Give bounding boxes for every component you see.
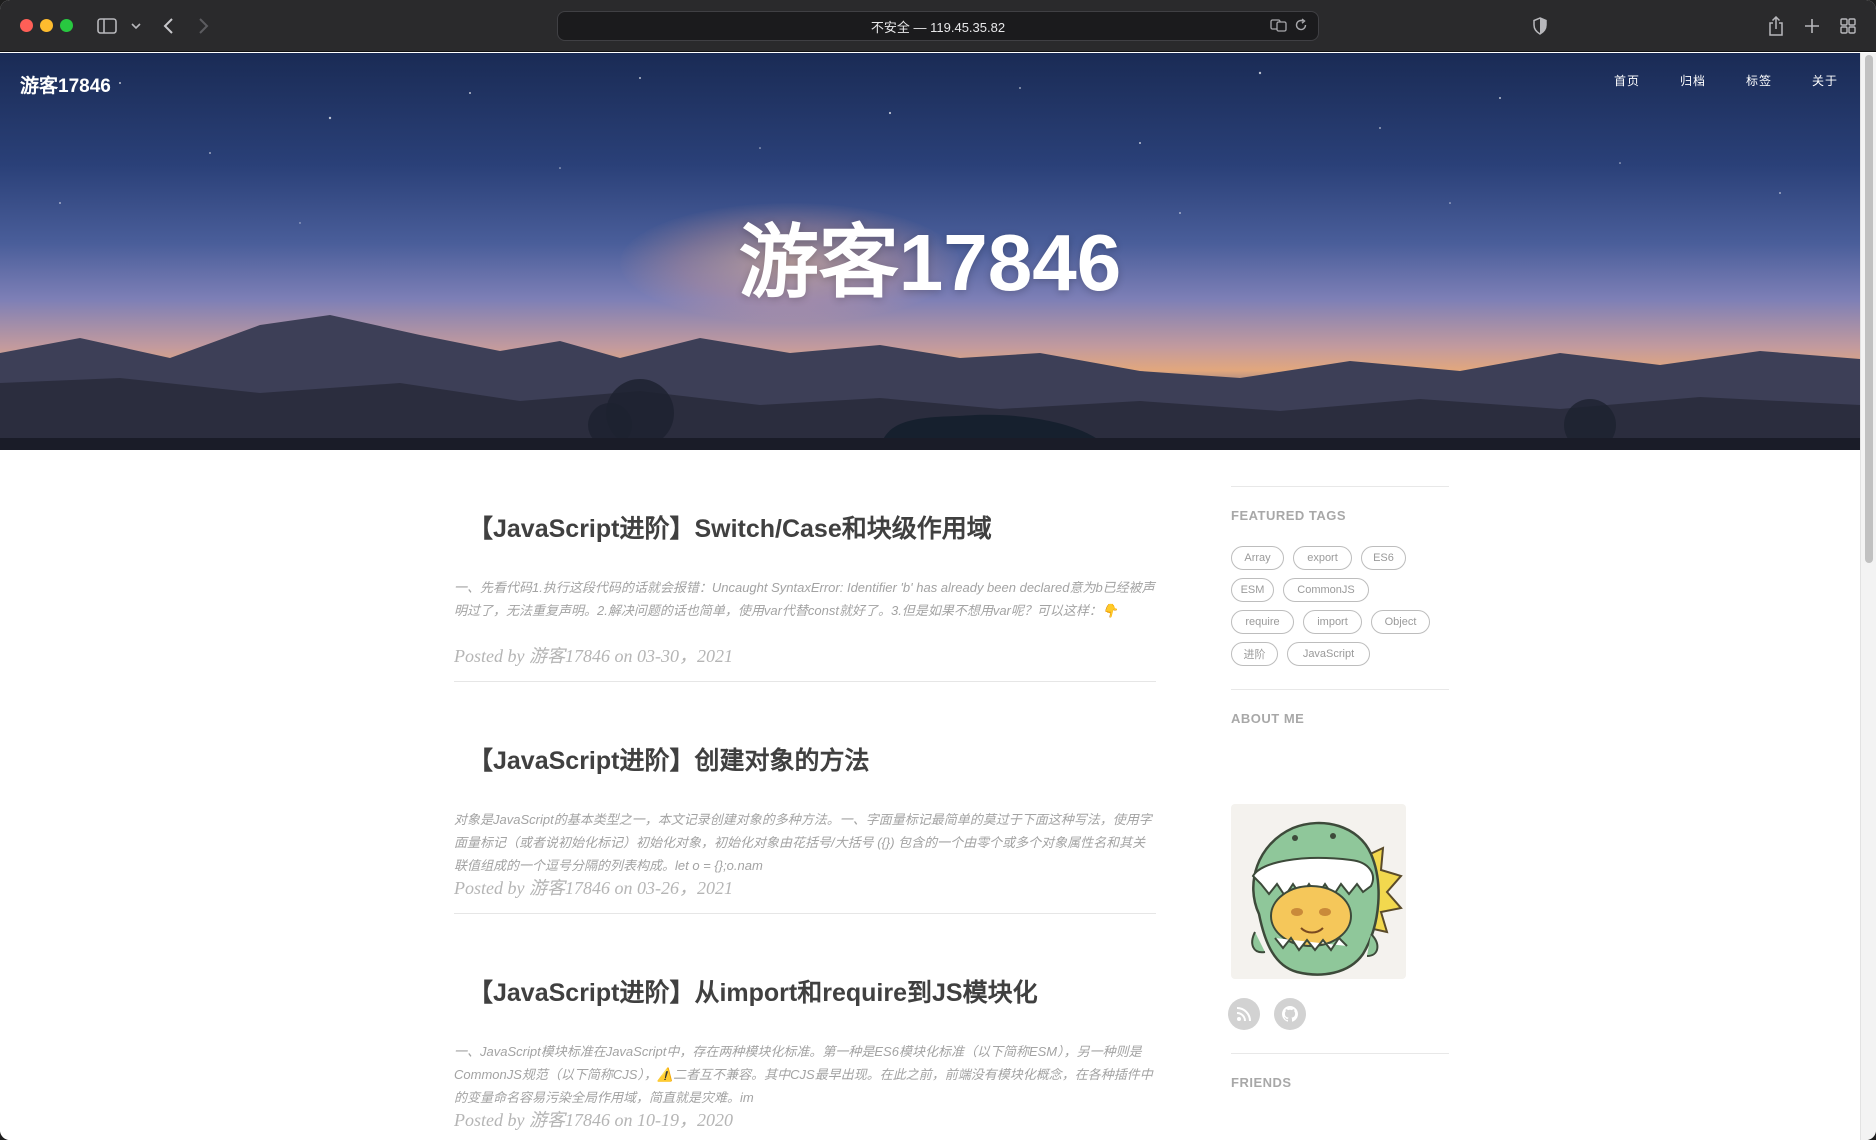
post-excerpt[interactable]: 一、先看代码1.执行这段代码的话就会报错：Uncaught SyntaxErro… [454,576,1156,622]
rss-icon[interactable] [1228,998,1260,1030]
friends-heading: FRIENDS [1231,1075,1292,1090]
tag-link[interactable]: JavaScript [1287,642,1370,666]
tag-link[interactable]: ES6 [1361,546,1406,570]
browser-window: 不安全 — 119.45.35.82 游客17846 首页 归档 标签 关于 游… [0,0,1876,1140]
post-title-link[interactable]: 【JavaScript进阶】创建对象的方法 [468,741,869,777]
post-title-link[interactable]: 【JavaScript进阶】Switch/Case和块级作用域 [468,509,992,545]
scrollbar-thumb[interactable] [1865,55,1873,563]
post-item: 【JavaScript进阶】Switch/Case和块级作用域 一、先看代码1.… [454,450,1156,682]
hero-title: 游客17846 [738,218,1122,307]
nav-archive[interactable]: 归档 [1680,72,1706,89]
tag-link[interactable]: export [1293,546,1352,570]
hero-banner: 游客17846 首页 归档 标签 关于 游客17846 [0,53,1860,450]
browser-toolbar: 不安全 — 119.45.35.82 [0,0,1876,52]
sidebar-divider [1231,689,1449,690]
tag-link[interactable]: CommonJS [1283,578,1369,602]
chevron-down-icon[interactable] [130,14,142,38]
tag-link[interactable]: 进阶 [1231,642,1278,666]
tag-link[interactable]: Object [1371,610,1430,634]
window-maximize-button[interactable] [60,19,73,32]
new-tab-icon[interactable] [1802,14,1822,38]
page-viewport: 游客17846 首页 归档 标签 关于 游客17846 【JavaScript进… [0,53,1860,1140]
sidebar-divider [1231,486,1449,487]
tag-link[interactable]: require [1231,610,1294,634]
post-meta: Posted by 游客17846 on 10-19，2020 [454,1110,733,1130]
post-excerpt[interactable]: 对象是JavaScript的基本类型之一，本文记录创建对象的多种方法。一、字面量… [454,808,1156,877]
post-meta: Posted by 游客17846 on 03-30，2021 [454,646,733,666]
window-close-button[interactable] [20,19,33,32]
nav-about[interactable]: 关于 [1812,72,1838,89]
post-item: 【JavaScript进阶】创建对象的方法 对象是JavaScript的基本类型… [454,682,1156,914]
tab-overview-icon[interactable] [1838,14,1858,38]
forward-icon[interactable] [196,14,212,38]
post-title-link[interactable]: 【JavaScript进阶】从import和require到JS模块化 [468,973,1038,1009]
post-item: 【JavaScript进阶】从import和require到JS模块化 一、Ja… [454,914,1156,1140]
github-icon[interactable] [1274,998,1306,1030]
address-text: 不安全 — 119.45.35.82 [870,19,1006,35]
address-bar[interactable]: 不安全 — 119.45.35.82 [557,11,1319,41]
featured-tags-heading: FEATURED TAGS [1231,508,1347,523]
translate-icon[interactable] [1270,18,1288,35]
about-me-heading: ABOUT ME [1231,711,1305,726]
main-nav: 首页 归档 标签 关于 [1574,72,1838,89]
post-excerpt[interactable]: 一、JavaScript模块标准在JavaScript中，存在两种模块化标准。第… [454,1040,1156,1109]
share-icon[interactable] [1766,14,1786,38]
nav-tags[interactable]: 标签 [1746,72,1772,89]
post-list: 【JavaScript进阶】Switch/Case和块级作用域 一、先看代码1.… [454,450,1156,1140]
sidebar-divider [1231,1053,1449,1054]
page-scrollbar[interactable] [1860,53,1876,1140]
site-brand-link[interactable]: 游客17846 [20,71,111,98]
featured-tags: Array export ES6 ESM CommonJS require im… [1231,546,1449,686]
shield-icon[interactable] [1530,14,1550,38]
tag-link[interactable]: ESM [1231,578,1274,602]
sidebar-icon[interactable] [96,14,118,38]
dinosaur-avatar-image [1251,821,1403,976]
tag-link[interactable]: Array [1231,546,1284,570]
window-minimize-button[interactable] [40,19,53,32]
avatar [1231,804,1406,979]
post-meta: Posted by 游客17846 on 03-26，2021 [454,878,733,898]
tag-link[interactable]: import [1303,610,1362,634]
back-icon[interactable] [160,14,176,38]
reload-icon[interactable] [1294,18,1308,35]
nav-home[interactable]: 首页 [1614,72,1640,89]
